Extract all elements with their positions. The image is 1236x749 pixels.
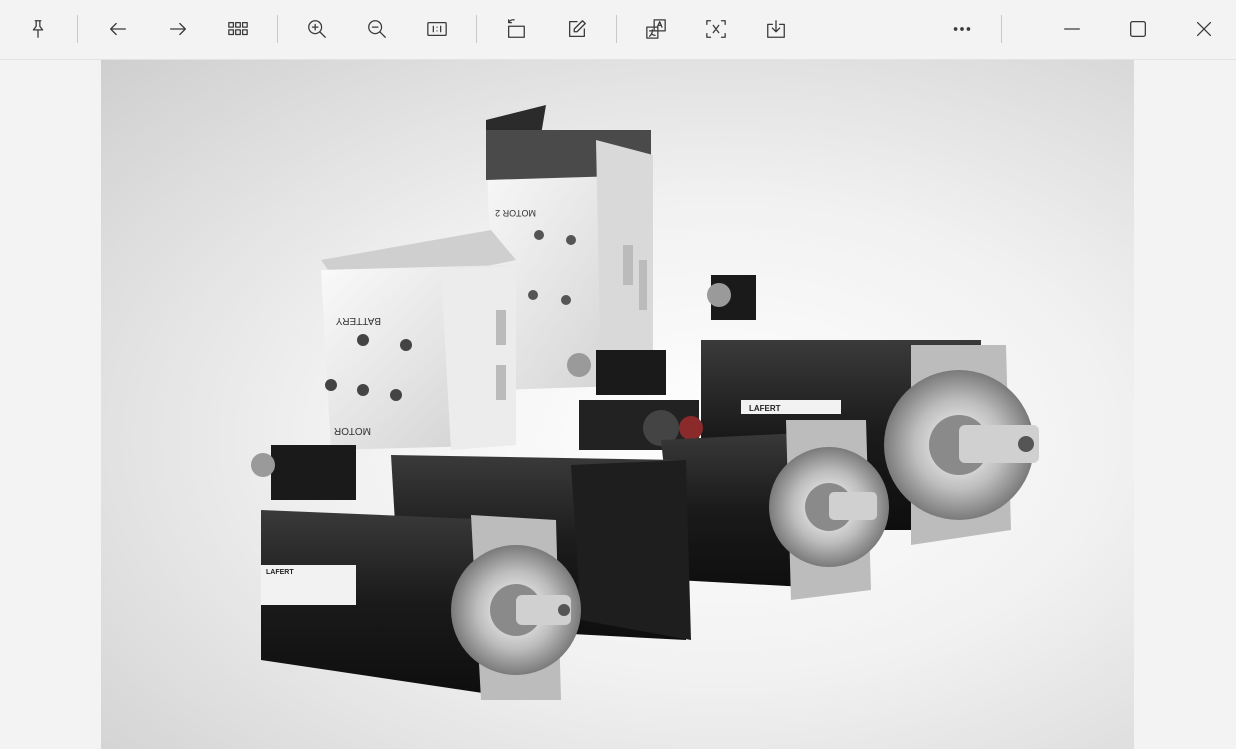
photo-viewer-toolbar xyxy=(0,0,1236,60)
toolbar-divider xyxy=(616,15,617,43)
toolbar-divider xyxy=(77,15,78,43)
motor-brand-label: LAFERT xyxy=(749,404,781,413)
rotate-icon[interactable] xyxy=(500,13,532,45)
edit-icon[interactable] xyxy=(561,13,593,45)
servo-drive-front: BATTERY MOTOR xyxy=(321,230,516,450)
back-arrow-icon[interactable] xyxy=(102,13,134,45)
motor-brand-label-front: LAFERT xyxy=(266,569,294,576)
text-select-icon[interactable] xyxy=(700,13,732,45)
image-canvas[interactable]: MOTOR 2 BATTERY MOTOR LAFERT LAFERT xyxy=(0,60,1236,749)
minimize-icon[interactable] xyxy=(1056,13,1088,45)
servo-product-illustration: MOTOR 2 BATTERY MOTOR LAFERT LAFERT xyxy=(251,105,1039,700)
close-icon[interactable] xyxy=(1188,13,1220,45)
maximize-icon[interactable] xyxy=(1122,13,1154,45)
toolbar-divider xyxy=(277,15,278,43)
gallery-grid-icon[interactable] xyxy=(222,13,254,45)
pin-icon[interactable] xyxy=(22,13,54,45)
more-icon[interactable] xyxy=(946,13,978,45)
forward-arrow-icon[interactable] xyxy=(162,13,194,45)
actual-size-icon[interactable] xyxy=(421,13,453,45)
zoom-in-icon[interactable] xyxy=(301,13,333,45)
product-photo: MOTOR 2 BATTERY MOTOR LAFERT LAFERT xyxy=(101,60,1134,749)
drive-label-motor: MOTOR xyxy=(334,425,371,436)
toolbar-divider xyxy=(476,15,477,43)
toolbar-divider xyxy=(1001,15,1002,43)
drive-label-battery: BATTERY xyxy=(335,315,381,326)
save-download-icon[interactable] xyxy=(760,13,792,45)
drive-label-motor2: MOTOR 2 xyxy=(495,208,536,218)
translate-icon[interactable] xyxy=(640,13,672,45)
zoom-out-icon[interactable] xyxy=(361,13,393,45)
